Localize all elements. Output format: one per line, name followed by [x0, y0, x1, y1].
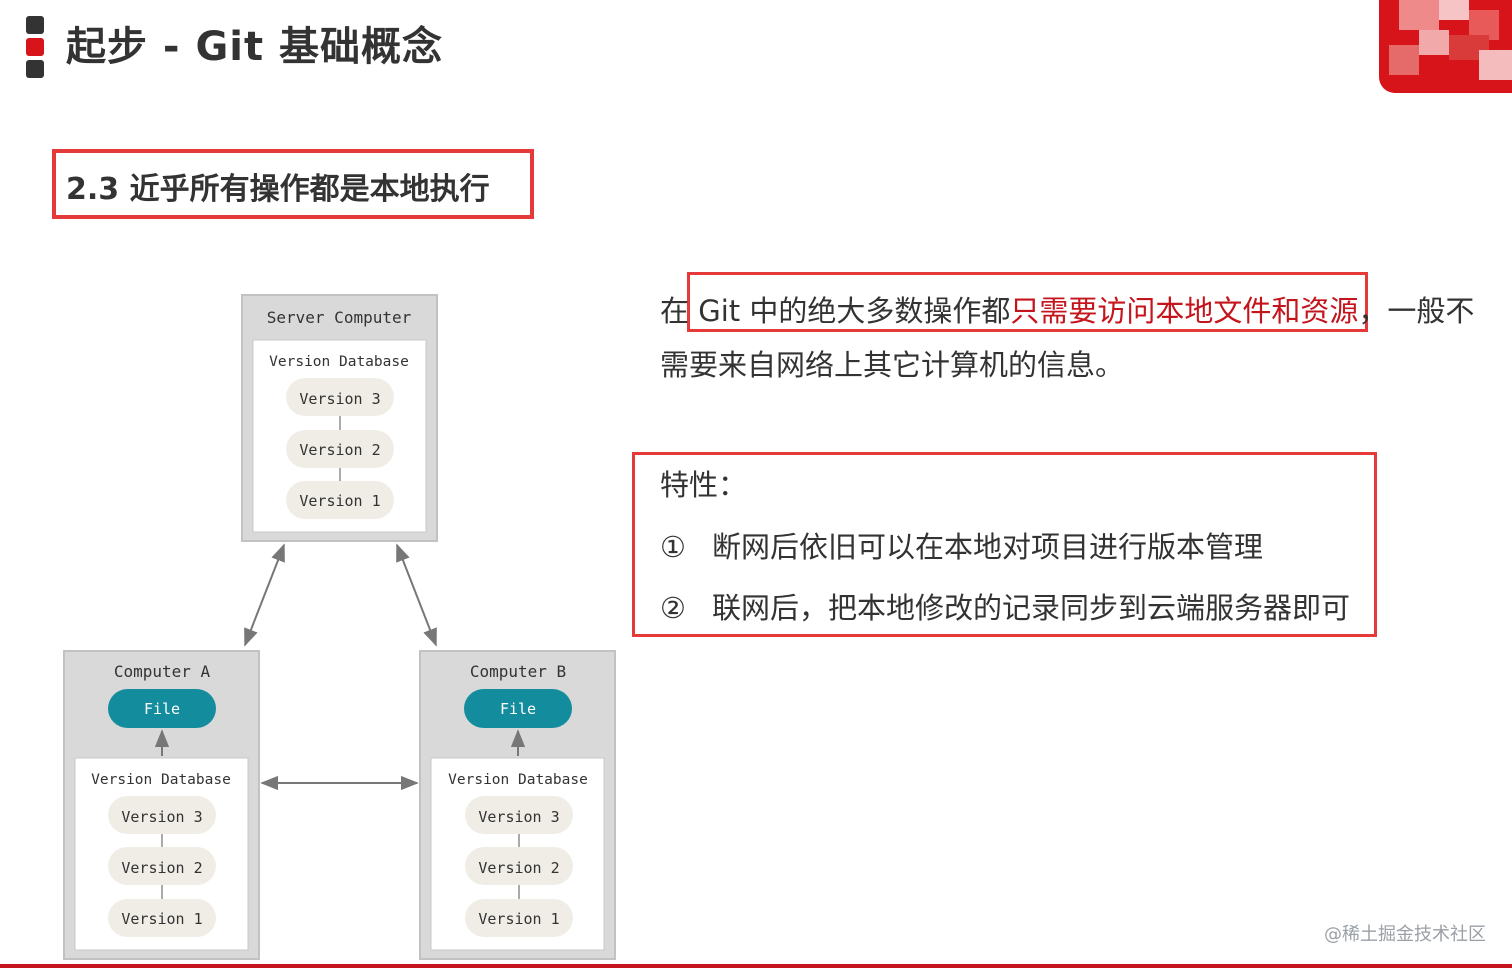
computer-b-version-1: Version 1: [478, 910, 559, 928]
description-mid: Git 中的绝大多数操作都: [698, 294, 1011, 328]
arrow-server-b: [396, 543, 437, 647]
computer-b-file: File: [500, 700, 536, 718]
computer-a-label: Computer A: [114, 662, 211, 681]
computer-a-file: File: [144, 700, 180, 718]
description: 在 Git 中的绝大多数操作都只需要访问本地文件和资源，一般不 需要来自网络上其…: [660, 284, 1500, 392]
brand-logo: [1379, 0, 1512, 93]
bottom-border: [0, 964, 1512, 968]
computer-a-version-1: Version 1: [121, 910, 202, 928]
feature-item-2: ② 联网后，把本地修改的记录同步到云端服务器即可: [660, 585, 1350, 627]
computer-b-label: Computer B: [470, 662, 566, 681]
computer-b: Computer B File Version Database Version…: [419, 650, 616, 960]
computer-b-version-3: Version 3: [478, 808, 559, 826]
computer-a-db-label: Version Database: [91, 772, 231, 788]
server-db-label: Version Database: [269, 354, 409, 370]
description-line2: 需要来自网络上其它计算机的信息。: [660, 348, 1125, 382]
description-suffix: ，一般不: [1358, 294, 1475, 328]
server-version-3: Version 3: [299, 390, 380, 408]
distributed-vcs-diagram: Server Computer Version Database Version…: [63, 294, 616, 960]
feature-item-1: ① 断网后依旧可以在本地对项目进行版本管理: [660, 524, 1263, 566]
features-title: 特性：: [660, 468, 748, 502]
feature-2-text: 联网后，把本地修改的记录同步到云端服务器即可: [712, 591, 1351, 625]
server-version-1: Version 1: [299, 492, 380, 510]
computer-a-version-2: Version 2: [121, 859, 202, 877]
computer-a-version-3: Version 3: [121, 808, 202, 826]
feature-1-number: ①: [660, 530, 686, 564]
server-label: Server Computer: [267, 308, 412, 327]
watermark: @稀土掘金技术社区: [1324, 924, 1486, 945]
computer-a: Computer A File Version Database Version…: [63, 650, 260, 960]
arrow-server-a: [244, 543, 285, 647]
description-highlight: 只需要访问本地文件和资源: [1010, 294, 1359, 328]
feature-2-number: ②: [660, 591, 686, 625]
computer-b-db-label: Version Database: [448, 772, 588, 788]
server-version-2: Version 2: [299, 441, 380, 459]
feature-1-text: 断网后依旧可以在本地对项目进行版本管理: [712, 530, 1264, 564]
computer-b-version-2: Version 2: [478, 859, 559, 877]
description-prefix: 在: [660, 294, 699, 328]
server-computer: Server Computer Version Database Version…: [241, 294, 438, 542]
